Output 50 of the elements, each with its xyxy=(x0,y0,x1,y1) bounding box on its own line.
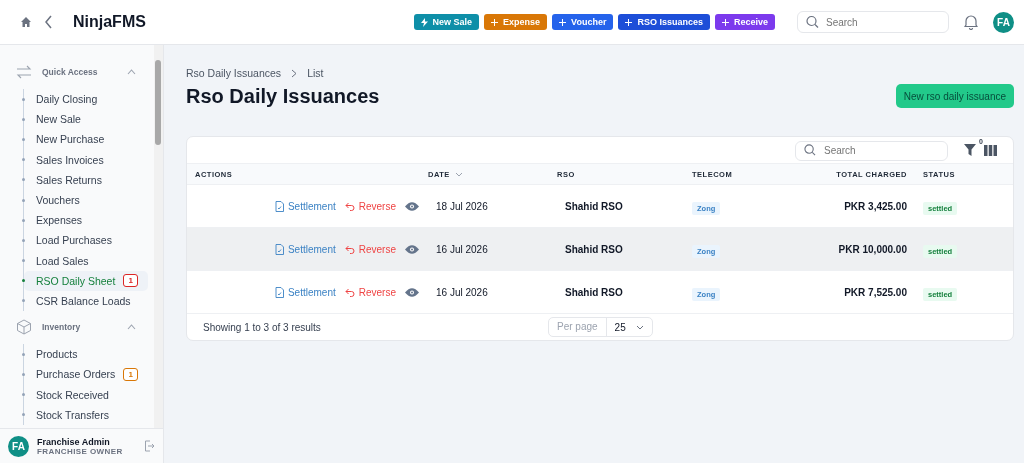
date-cell-text: 18 Jul 2026 xyxy=(435,200,489,212)
quick-action-button[interactable]: RSO Issuances xyxy=(618,14,710,30)
date-cell-text: 16 Jul 2026 xyxy=(435,286,489,298)
sidebar-item[interactable]: New Purchase xyxy=(24,129,148,150)
per-page-select[interactable]: Per page 25 xyxy=(548,317,653,337)
count-badge: 1 xyxy=(123,367,138,381)
quick-action-button[interactable]: New Sale xyxy=(413,14,480,30)
total-cell-text: PKR 3,425.00 xyxy=(843,200,907,212)
rso-cell-text: Shahid RSO xyxy=(564,286,624,298)
sidebar-item[interactable]: CSR Balance Loads xyxy=(24,290,148,312)
sidebar-item[interactable]: Stock Received xyxy=(24,384,148,405)
user-role: FRANCHISE OWNER xyxy=(37,446,124,456)
app-title: NinjaFMS xyxy=(73,13,146,31)
user-name: Franchise Admin xyxy=(37,436,111,447)
reverse-link[interactable]: Reverse xyxy=(344,200,396,212)
settlement-link[interactable]: Settlement xyxy=(274,200,336,212)
breadcrumb-current: List xyxy=(307,67,324,79)
rso-cell-text: Shahid RSO xyxy=(564,243,624,255)
user-avatar: FA xyxy=(8,435,29,457)
sidebar-item[interactable]: Daily Closing xyxy=(24,89,148,110)
user-avatar[interactable]: FA xyxy=(993,11,1014,33)
rso-cell-text: Shahid RSO xyxy=(564,200,624,212)
total-cell-text: PKR 10,000.00 xyxy=(837,243,907,255)
page-title: Rso Daily Issuances xyxy=(186,84,380,108)
search-field[interactable]: Search xyxy=(797,11,949,33)
sidebar-item[interactable]: Load Purchases xyxy=(24,230,148,251)
settlement-link[interactable]: Settlement xyxy=(274,286,336,298)
sidebar-item[interactable]: Sales Invoices xyxy=(24,149,148,170)
sidebar-item[interactable]: Load Sales xyxy=(24,250,148,271)
count-badge: 1 xyxy=(123,274,138,288)
results-summary: Showing 1 to 3 of 3 results xyxy=(203,321,322,333)
reverse-link[interactable]: Reverse xyxy=(344,286,396,298)
sidebar-item[interactable]: Sales Returns xyxy=(24,169,148,190)
new-issuance-button[interactable]: New rso daily issuance xyxy=(895,84,1014,108)
search-field[interactable]: Search xyxy=(795,140,948,161)
sidebar-item[interactable]: Purchase Orders 1 xyxy=(24,364,148,385)
sidebar-item[interactable]: Expenses xyxy=(24,210,148,231)
sidebar-group-header[interactable]: Inventory xyxy=(16,317,154,338)
sidebar-item[interactable]: RSO Daily Sheet 1 xyxy=(24,270,148,291)
quick-action-button[interactable]: Voucher xyxy=(552,14,614,30)
breadcrumb-link[interactable]: Rso Daily Issuances xyxy=(186,67,282,79)
date-cell-text: 16 Jul 2026 xyxy=(435,243,489,255)
sidebar-item[interactable]: New Sale xyxy=(24,109,148,130)
sidebar-item[interactable]: Vouchers xyxy=(24,189,148,211)
quick-action-button[interactable]: Receive xyxy=(714,14,775,30)
settlement-link[interactable]: Settlement xyxy=(274,243,336,255)
sidebar-item[interactable]: Stock Transfers xyxy=(24,404,148,425)
sidebar-group-header[interactable]: Quick Access xyxy=(16,62,154,82)
sidebar-item[interactable]: Products xyxy=(24,344,148,365)
total-cell-text: PKR 7,525.00 xyxy=(843,286,907,298)
